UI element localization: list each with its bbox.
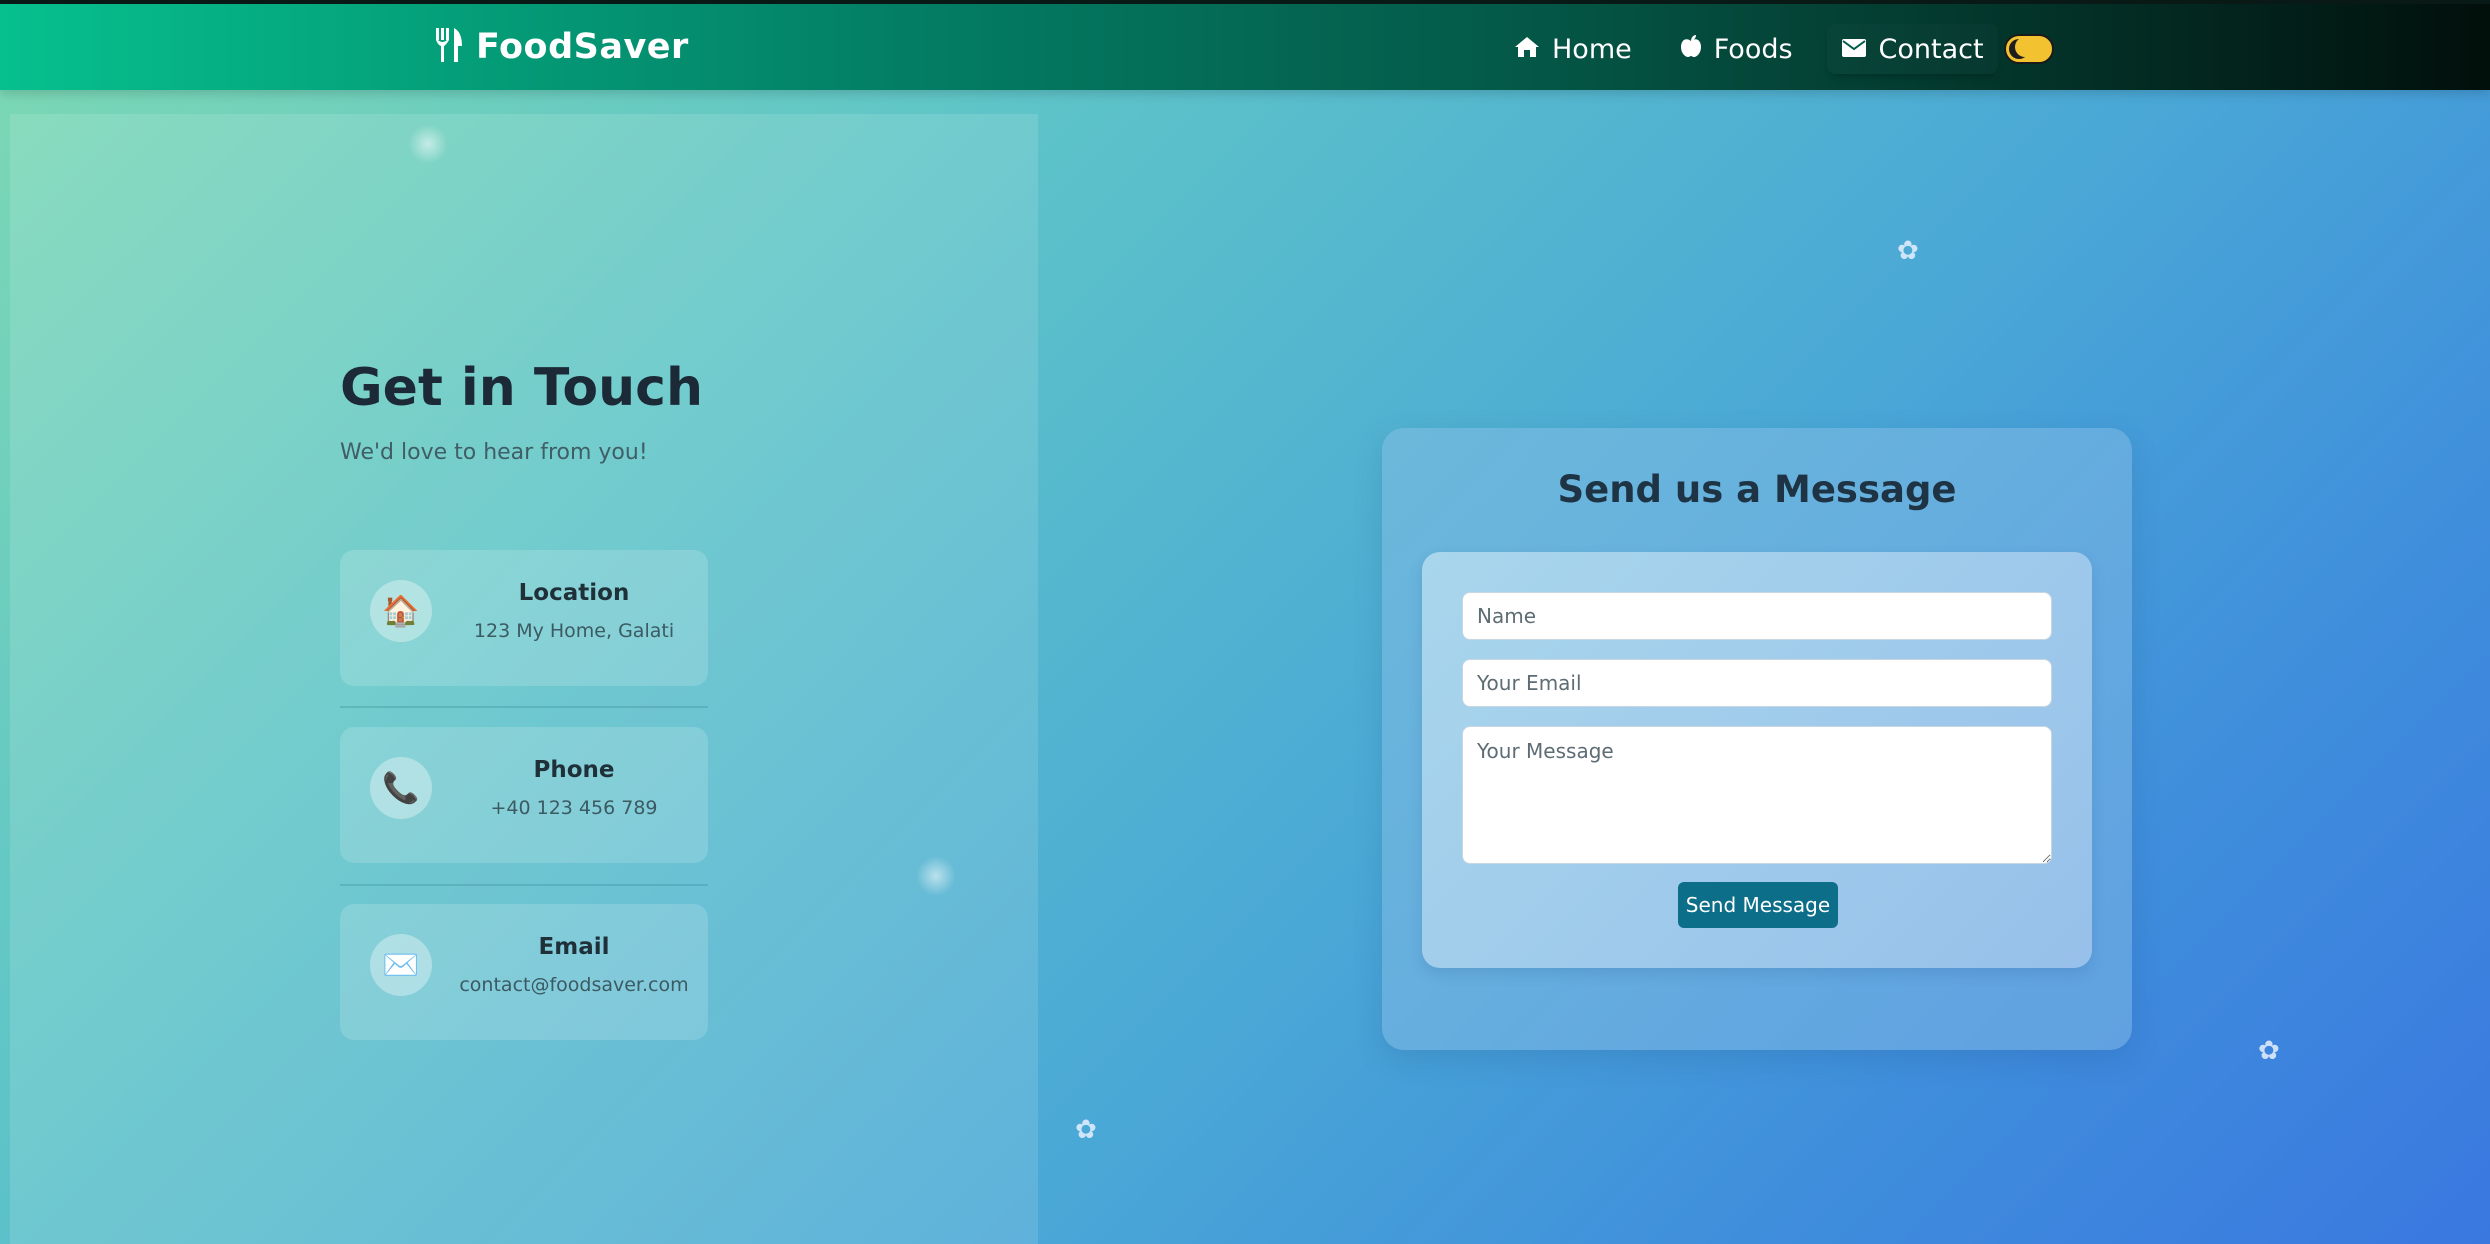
divider	[340, 706, 708, 708]
nav-foods[interactable]: Foods	[1666, 24, 1807, 74]
flower-icon: ✿	[1897, 236, 1919, 266]
envelope-icon: ✉️	[370, 934, 432, 996]
utensils-icon	[434, 26, 464, 68]
phone-value: +40 123 456 789	[490, 797, 658, 819]
location-value: 123 My Home, Galati	[473, 620, 675, 642]
email-value: contact@foodsaver.com	[459, 974, 689, 996]
nav-contact-label: Contact	[1878, 33, 1984, 65]
house-icon: 🏠	[370, 580, 432, 642]
flower-icon: ✿	[1075, 1115, 1097, 1145]
envelope-icon	[1841, 34, 1867, 65]
name-input[interactable]	[1462, 592, 2052, 640]
home-icon	[1514, 34, 1540, 65]
nav-home[interactable]: Home	[1500, 24, 1646, 74]
apple-icon	[1680, 34, 1702, 65]
message-textarea[interactable]	[1462, 726, 2052, 864]
send-message-button[interactable]: Send Message	[1678, 882, 1838, 928]
moon-icon	[2009, 37, 2035, 59]
brand-name: FoodSaver	[476, 27, 689, 67]
brand-logo[interactable]: FoodSaver	[434, 26, 689, 68]
phone-label: Phone	[533, 757, 615, 783]
nav-links: Home Foods Contact	[1500, 24, 1998, 74]
phone-icon: 📞	[370, 757, 432, 819]
flower-icon: ✿	[2258, 1036, 2280, 1066]
nav-foods-label: Foods	[1713, 33, 1793, 65]
location-label: Location	[518, 580, 630, 606]
form-title: Send us a Message	[1557, 468, 1957, 511]
nav-home-label: Home	[1552, 33, 1632, 65]
sparkle-decoration	[408, 124, 448, 164]
phone-card: 📞 Phone +40 123 456 789	[340, 727, 708, 863]
divider	[340, 884, 708, 886]
email-label: Email	[538, 934, 610, 960]
theme-toggle[interactable]	[2004, 34, 2054, 64]
message-form-card: Send us a Message Send Message	[1382, 428, 2132, 1050]
message-form: Send Message	[1422, 552, 2092, 968]
sparkle-decoration	[916, 856, 956, 896]
page-title: Get in Touch	[340, 358, 704, 418]
navbar: FoodSaver Home Foods Contact	[0, 4, 2490, 90]
page-subtitle: We'd love to hear from you!	[340, 440, 648, 465]
location-card: 🏠 Location 123 My Home, Galati	[340, 550, 708, 686]
nav-contact[interactable]: Contact	[1827, 24, 1998, 74]
email-card: ✉️ Email contact@foodsaver.com	[340, 904, 708, 1040]
email-input[interactable]	[1462, 659, 2052, 707]
